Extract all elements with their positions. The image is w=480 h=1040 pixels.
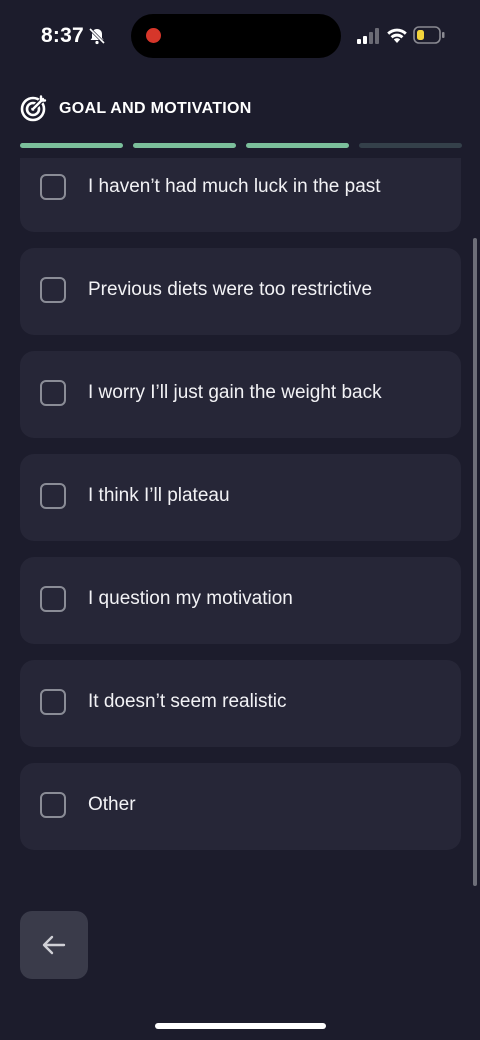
option-label: I haven’t had much luck in the past <box>88 176 381 197</box>
checkbox[interactable] <box>40 277 66 303</box>
option-plateau[interactable]: I think I’ll plateau <box>20 454 461 541</box>
option-label: I worry I’ll just gain the weight back <box>88 382 382 403</box>
progress-segment <box>246 143 349 148</box>
options-list[interactable]: I haven’t had much luck in the past Prev… <box>20 158 461 863</box>
checkbox[interactable] <box>40 689 66 715</box>
checkbox[interactable] <box>40 380 66 406</box>
progress-segment <box>20 143 123 148</box>
checkbox[interactable] <box>40 586 66 612</box>
option-gain-weight-back[interactable]: I worry I’ll just gain the weight back <box>20 351 461 438</box>
section-header: GOAL AND MOTIVATION <box>20 92 460 124</box>
page-title: GOAL AND MOTIVATION <box>59 100 252 117</box>
recording-dot-icon <box>146 28 161 43</box>
arrow-left-icon <box>42 935 66 955</box>
status-time: 8:37 <box>41 24 84 47</box>
target-icon <box>20 95 47 122</box>
back-button[interactable] <box>20 911 88 979</box>
cellular-signal-icon <box>357 28 379 44</box>
option-label: I question my motivation <box>88 588 293 609</box>
option-label: It doesn’t seem realistic <box>88 691 287 712</box>
option-label: Other <box>88 794 136 815</box>
progress-segment <box>359 143 462 148</box>
checkbox[interactable] <box>40 174 66 200</box>
home-indicator[interactable] <box>155 1023 326 1029</box>
option-not-realistic[interactable]: It doesn’t seem realistic <box>20 660 461 747</box>
option-diets-restrictive[interactable]: Previous diets were too restrictive <box>20 248 461 335</box>
option-no-luck-past[interactable]: I haven’t had much luck in the past <box>20 158 461 232</box>
checkbox[interactable] <box>40 792 66 818</box>
dynamic-island <box>131 14 341 58</box>
scrollbar[interactable] <box>473 238 477 886</box>
option-other[interactable]: Other <box>20 763 461 850</box>
battery-low-icon <box>413 26 445 44</box>
option-question-motivation[interactable]: I question my motivation <box>20 557 461 644</box>
wifi-icon <box>387 28 407 43</box>
status-bar: 8:37 <box>0 0 480 72</box>
progress-bar <box>20 143 462 148</box>
bell-slash-icon <box>88 27 106 45</box>
option-label: I think I’ll plateau <box>88 485 230 506</box>
progress-segment <box>133 143 236 148</box>
checkbox[interactable] <box>40 483 66 509</box>
option-label: Previous diets were too restrictive <box>88 279 373 300</box>
